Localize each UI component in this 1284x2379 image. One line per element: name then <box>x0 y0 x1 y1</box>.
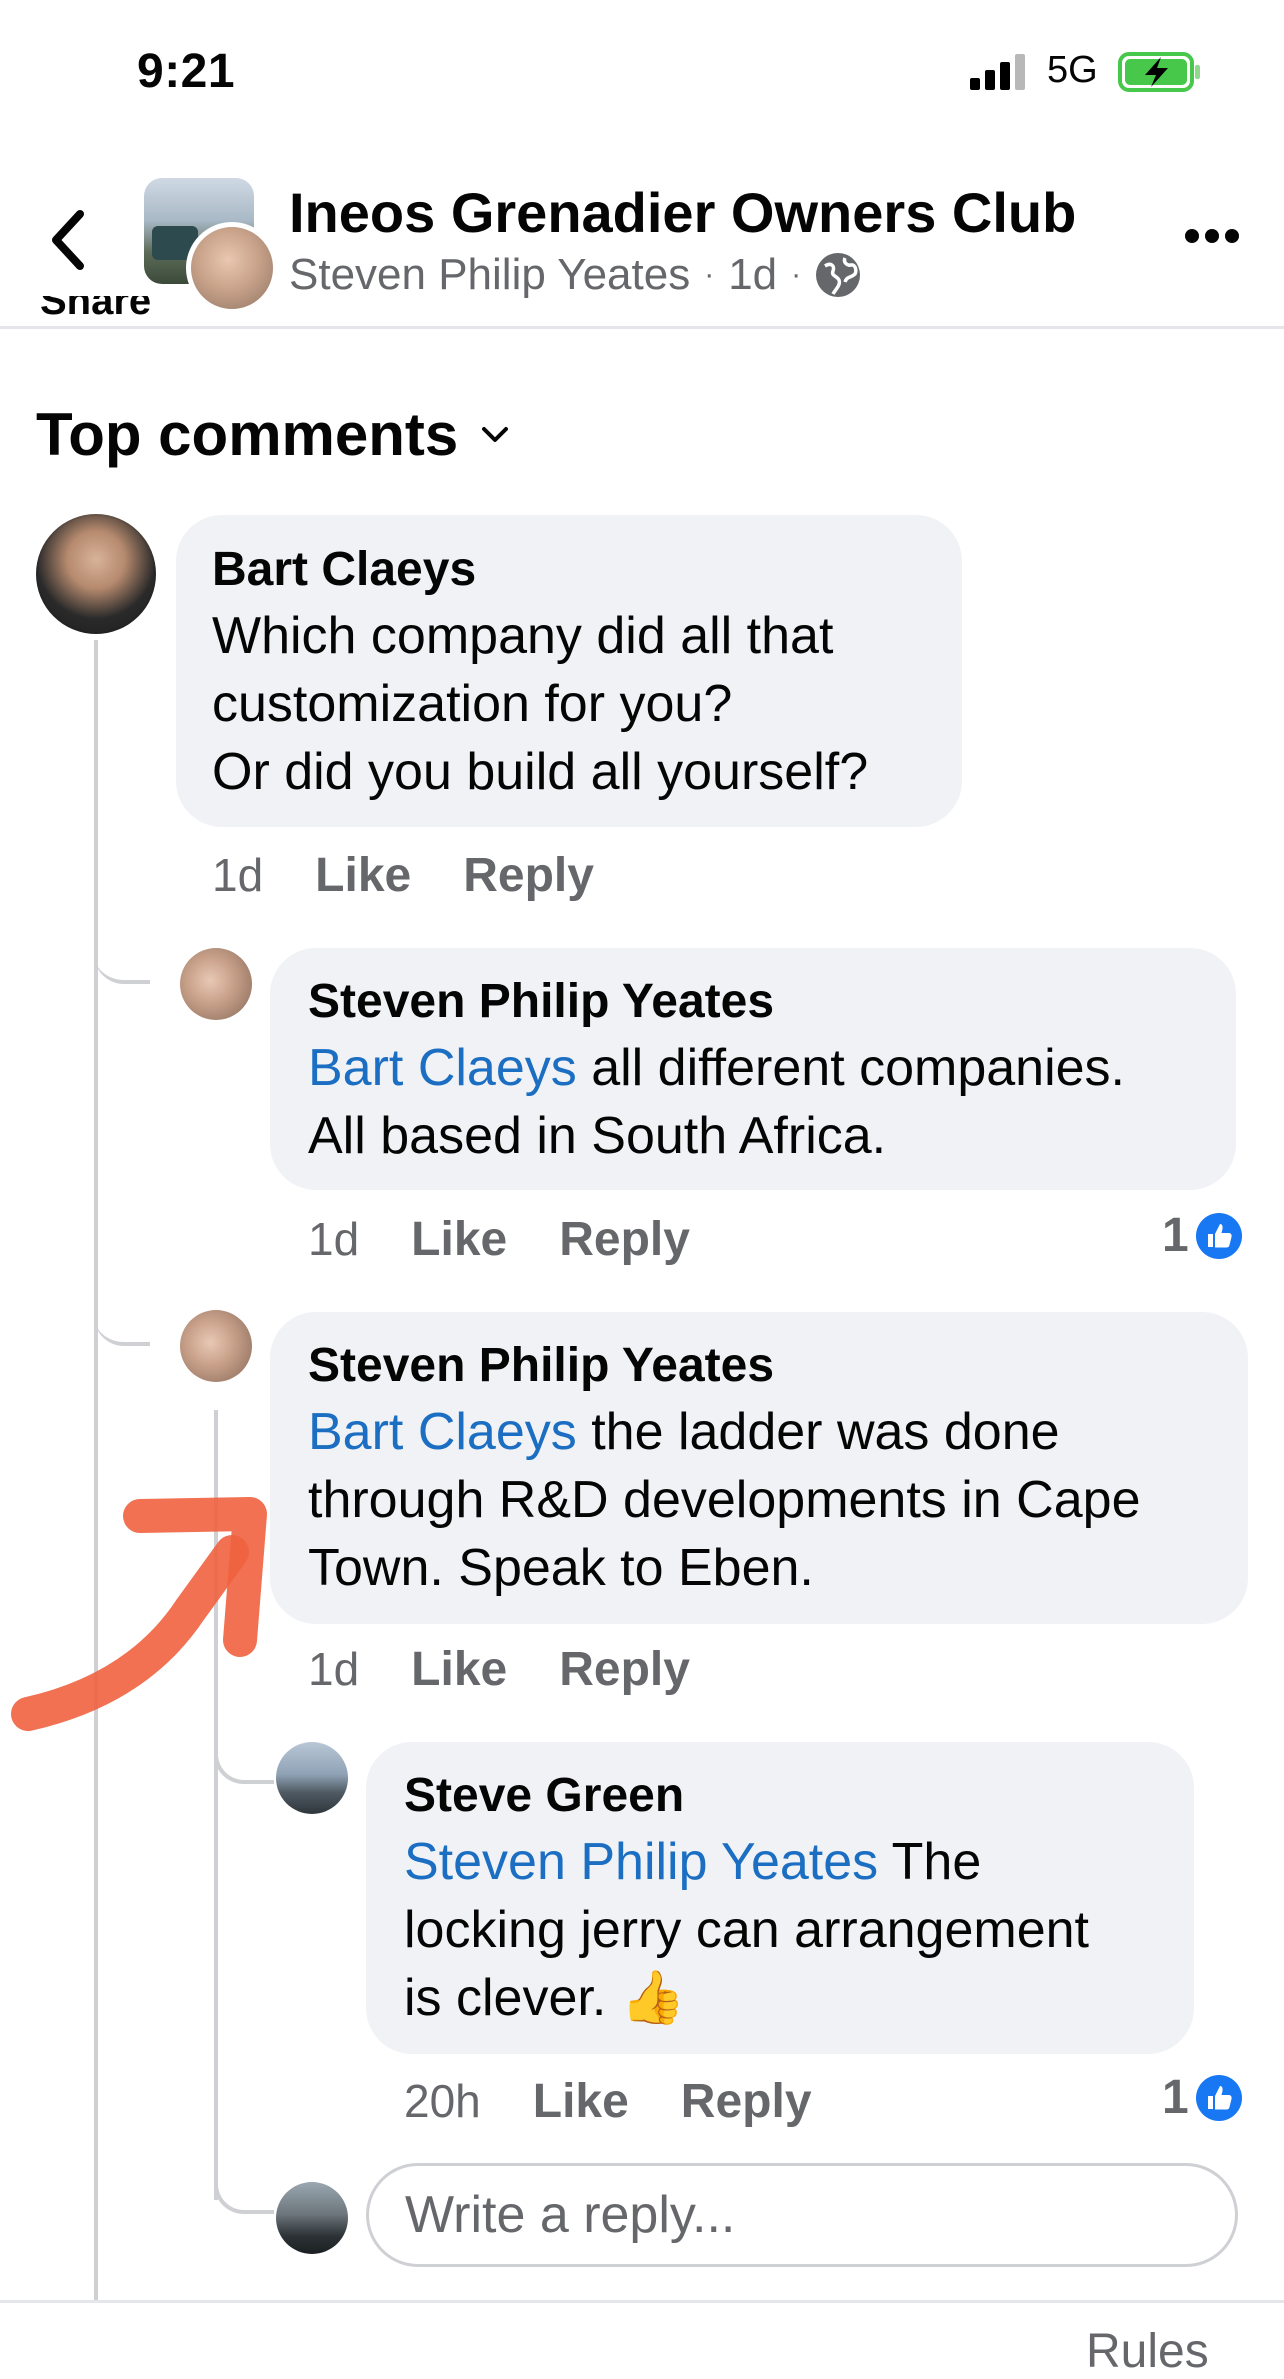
reaction-number: 1 <box>1162 2071 1189 2124</box>
status-time: 9:21 <box>137 45 236 98</box>
thread-connector <box>214 2120 274 2214</box>
reply-button[interactable]: Reply <box>559 1212 690 1267</box>
avatar[interactable] <box>180 948 252 1020</box>
comment-line: is clever. 👍 <box>404 1969 686 2027</box>
avatar[interactable] <box>36 514 156 634</box>
thread-line-main <box>94 640 98 2300</box>
globe-icon <box>816 253 861 297</box>
comment-line: Which company did all that <box>212 607 834 665</box>
comment-text: Steven Philip Yeates The locking jerry c… <box>404 1828 1089 2032</box>
post-age: 1d <box>728 250 778 299</box>
comment-time: 1d <box>212 849 264 901</box>
author-avatar[interactable] <box>186 222 278 314</box>
comment-time: 20h <box>404 2075 481 2127</box>
comment-time: 1d <box>308 1213 360 1265</box>
reaction-number: 1 <box>1162 1209 1189 1262</box>
avatar[interactable] <box>180 1310 252 1382</box>
comment-line: Town. Speak to Eben. <box>308 1539 814 1597</box>
meta-separator: · <box>791 258 802 291</box>
comment-line: The <box>878 1833 982 1891</box>
rules-link[interactable]: Rules <box>1086 2324 1209 2379</box>
reaction-count[interactable]: 1 <box>1162 1208 1243 1263</box>
comment-line: locking jerry can arrangement <box>404 1901 1089 1959</box>
post-meta: Steven Philip Yeates · 1d · <box>289 250 861 300</box>
battery-charging-icon <box>1118 52 1200 92</box>
comment-line: customization for you? <box>212 675 733 733</box>
comment-actions: 1d Like Reply <box>308 1212 742 1267</box>
reply-input[interactable]: Write a reply... <box>366 2163 1238 2267</box>
post-header: Ineos Grenadier Owners Club Steven Phili… <box>0 160 1284 329</box>
comment-author[interactable]: Bart Claeys <box>212 542 476 597</box>
like-button[interactable]: Like <box>411 1212 507 1267</box>
reply-button[interactable]: Reply <box>681 2074 812 2129</box>
reply-button[interactable]: Reply <box>559 1642 690 1697</box>
my-avatar <box>276 2182 348 2254</box>
mention-link[interactable]: Bart Claeys <box>308 1039 577 1097</box>
mention-link[interactable]: Steven Philip Yeates <box>404 1833 878 1891</box>
comment-author[interactable]: Steve Green <box>404 1768 684 1823</box>
comment-line: All based in South Africa. <box>308 1107 887 1165</box>
like-button[interactable]: Like <box>315 848 411 903</box>
post-author[interactable]: Steven Philip Yeates <box>289 250 690 300</box>
comment-text: Which company did all that customization… <box>212 602 868 806</box>
comment-time: 1d <box>308 1643 360 1695</box>
comment-line: all different companies. <box>576 1039 1125 1097</box>
group-name[interactable]: Ineos Grenadier Owners Club <box>289 180 1076 245</box>
comment-actions: 1d Like Reply <box>212 848 646 903</box>
sort-label: Top comments <box>36 401 459 468</box>
comment-line: Or did you build all yourself? <box>212 743 869 801</box>
like-reaction-icon <box>1195 1212 1242 1259</box>
reaction-count[interactable]: 1 <box>1162 2070 1243 2125</box>
sort-dropdown[interactable]: Top comments <box>36 400 510 469</box>
comment-line: the ladder was done <box>576 1403 1060 1461</box>
comment-author[interactable]: Steven Philip Yeates <box>308 1338 774 1393</box>
reply-button[interactable]: Reply <box>463 848 594 903</box>
like-button[interactable]: Like <box>411 1642 507 1697</box>
comment-text: Bart Claeys all different companies. All… <box>308 1034 1125 1170</box>
like-button[interactable]: Like <box>533 2074 629 2129</box>
annotation-arrow <box>11 1497 267 1731</box>
comment-actions: 1d Like Reply <box>308 1642 742 1697</box>
comment-text: Bart Claeys the ladder was done through … <box>308 1398 1140 1602</box>
like-reaction-icon <box>1195 2074 1242 2121</box>
share-label-peek: Share <box>40 296 152 323</box>
signal-icon <box>970 54 1025 90</box>
meta-separator: · <box>704 258 715 291</box>
chevron-down-icon <box>482 426 509 442</box>
thread-connector <box>94 1262 150 1346</box>
comment-line: through R&D developments in Cape <box>308 1471 1141 1529</box>
network-label: 5G <box>1047 49 1098 91</box>
comment-actions: 20h Like Reply <box>404 2074 864 2129</box>
more-icon[interactable] <box>1184 228 1240 244</box>
mention-link[interactable]: Bart Claeys <box>308 1403 577 1461</box>
back-chevron-icon[interactable] <box>46 208 90 272</box>
thread-connector <box>94 900 150 984</box>
comment-author[interactable]: Steven Philip Yeates <box>308 974 774 1029</box>
